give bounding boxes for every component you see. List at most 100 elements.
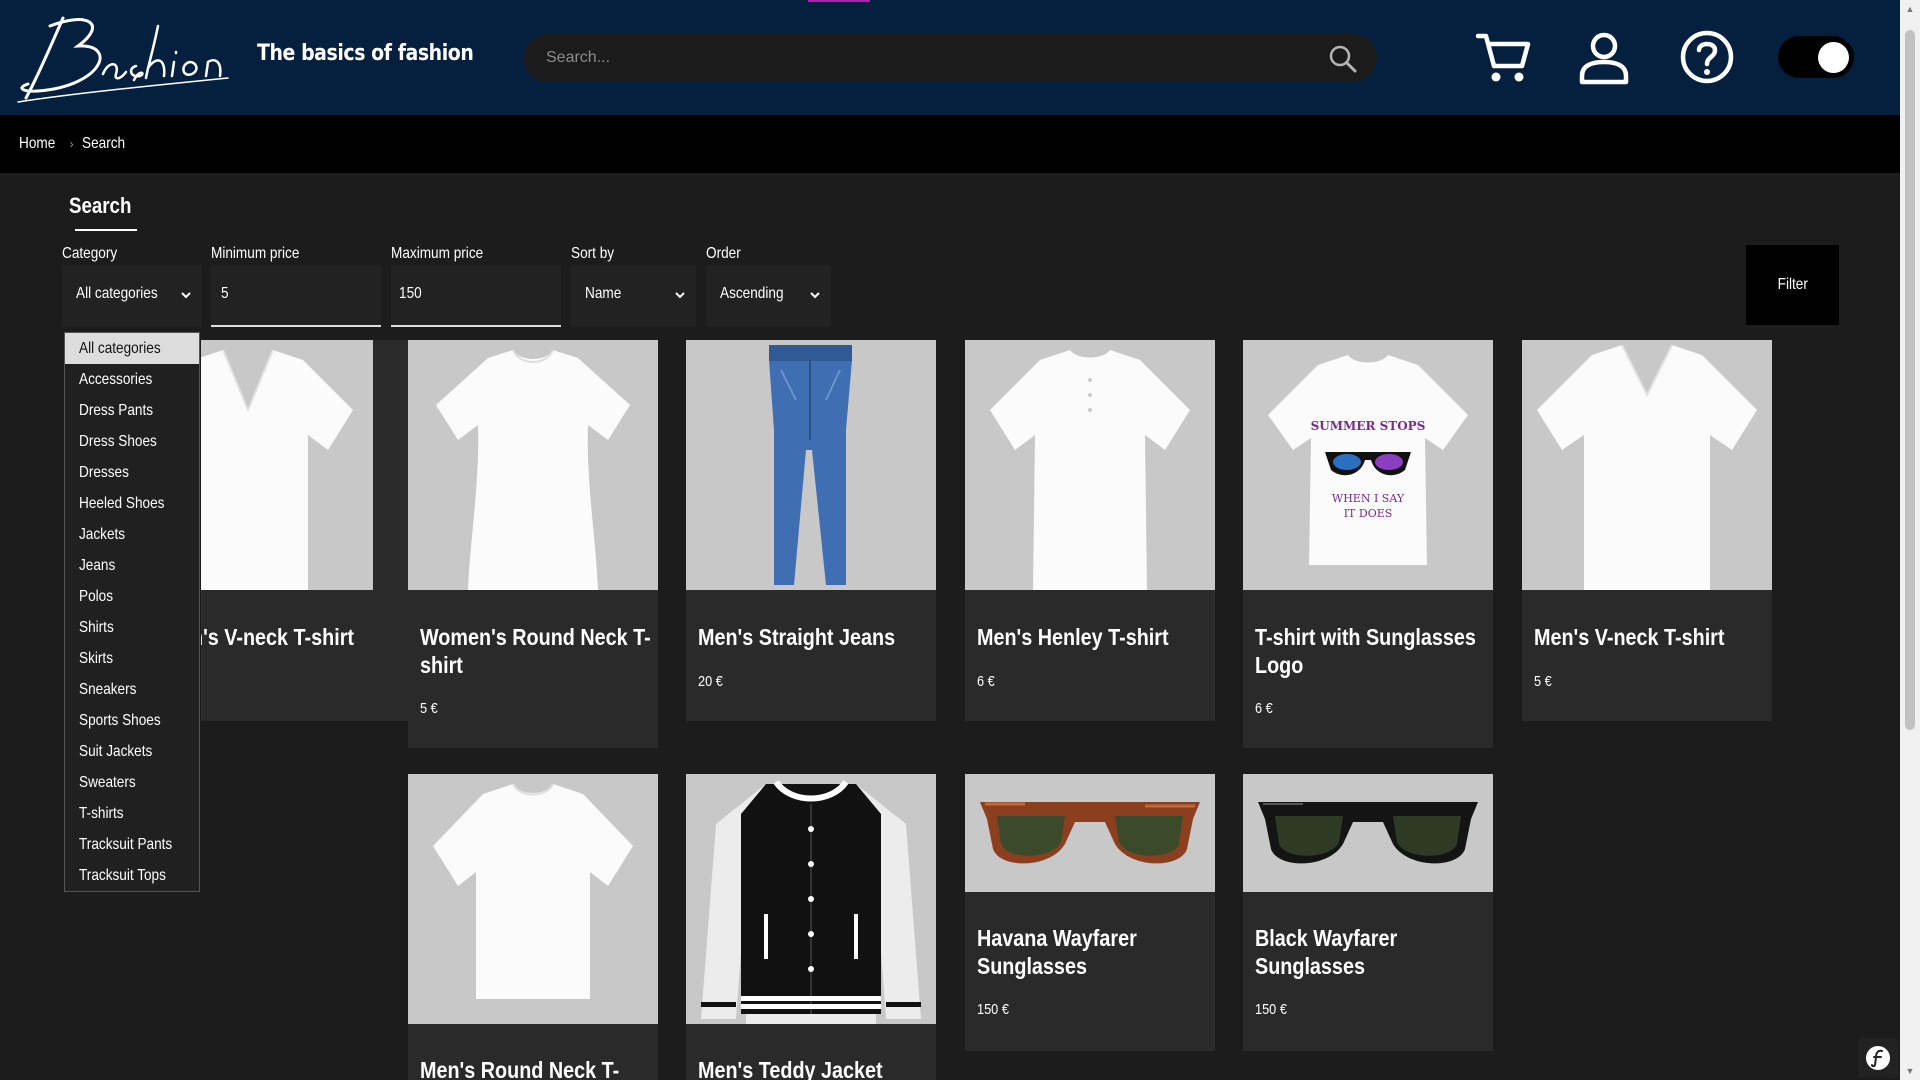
header-accent-line	[808, 0, 870, 2]
product-card[interactable]: Men's Round Neck T-shirt	[408, 774, 658, 1080]
product-name[interactable]: Men's Teddy Jacket	[698, 1056, 930, 1080]
product-card[interactable]: Men's Henley T-shirt 6 €	[965, 340, 1215, 721]
product-price: 6 €	[1255, 700, 1273, 717]
product-name[interactable]: n's V-neck T-shirt	[201, 623, 423, 651]
category-option[interactable]: Accessories	[65, 364, 199, 395]
category-option[interactable]: Dress Shoes	[65, 426, 199, 457]
product-price: 20 €	[698, 673, 723, 690]
product-name[interactable]: Havana Wayfarer Sunglasses	[977, 924, 1209, 980]
category-option-label: Sneakers	[79, 680, 137, 698]
product-price: 150 €	[1255, 1001, 1287, 1018]
category-option[interactable]: Heeled Shoes	[65, 488, 199, 519]
category-option[interactable]: All categories	[65, 333, 199, 364]
product-image	[1522, 340, 1772, 590]
chevron-right-icon: ›	[69, 137, 74, 151]
category-option[interactable]: Sports Shoes	[65, 705, 199, 736]
product-image	[686, 774, 936, 1024]
product-card[interactable]: Women's Round Neck T-shirt 5 €	[408, 340, 658, 748]
product-image	[1243, 774, 1493, 892]
page-title: Search	[69, 193, 132, 218]
theme-toggle[interactable]	[1778, 36, 1854, 78]
product-card[interactable]: Havana Wayfarer Sunglasses 150 €	[965, 774, 1215, 1051]
category-option-label: Skirts	[79, 649, 113, 667]
product-image	[965, 774, 1215, 892]
site-tagline: The basics of fashion	[257, 41, 474, 66]
product-card[interactable]: SUMMER STOPS WHEN I SAY IT DOES T-shirt …	[1243, 340, 1493, 748]
search-input[interactable]	[546, 34, 1306, 82]
product-image	[686, 340, 936, 590]
category-select[interactable]: All categories	[62, 265, 202, 327]
category-option[interactable]: T-shirts	[65, 798, 199, 829]
max-price-value: 150	[399, 285, 422, 302]
tshirt-print-line2: WHEN I SAY	[1332, 492, 1405, 505]
scroll-up-arrow[interactable]: ▲	[1905, 4, 1915, 14]
category-option[interactable]: Suit Jackets	[65, 736, 199, 767]
symfony-toolbar-icon[interactable]	[1858, 1038, 1898, 1078]
category-option[interactable]: Jackets	[65, 519, 199, 550]
category-option-label: Accessories	[79, 370, 153, 388]
product-card[interactable]: Men's Teddy Jacket	[686, 774, 936, 1080]
product-card[interactable]: Black Wayfarer Sunglasses 150 €	[1243, 774, 1493, 1051]
scroll-down-arrow[interactable]: ▼	[1905, 1066, 1915, 1076]
henley-tshirt-image	[990, 350, 1190, 590]
min-price-label: Minimum price	[211, 245, 300, 262]
category-option-label: Dresses	[79, 463, 129, 481]
cart-icon[interactable]	[1474, 28, 1532, 86]
filter-button[interactable]: Filter	[1746, 245, 1839, 325]
black-sunglasses-image	[1258, 802, 1478, 864]
breadcrumb-current: Search	[81, 135, 125, 152]
breadcrumb-home[interactable]: Home	[19, 135, 55, 153]
sort-by-value: Name	[585, 285, 622, 302]
category-option-label: Dress Pants	[79, 401, 154, 419]
order-select[interactable]: Ascending	[706, 265, 831, 327]
product-name[interactable]: Black Wayfarer Sunglasses	[1255, 924, 1487, 980]
min-price-input[interactable]: 5	[211, 265, 381, 327]
jeans-image	[769, 345, 852, 585]
category-option[interactable]: Skirts	[65, 643, 199, 674]
category-option-label: Dress Shoes	[79, 432, 157, 450]
help-icon[interactable]	[1678, 28, 1736, 86]
product-name[interactable]: Men's Straight Jeans	[698, 623, 930, 651]
tshirt-print-line1: SUMMER STOPS	[1311, 419, 1426, 433]
page-scrollbar[interactable]: ▲ ▼	[1900, 0, 1920, 1080]
sort-by-select[interactable]: Name	[571, 265, 696, 327]
category-option[interactable]: Tracksuit Tops	[65, 860, 199, 891]
category-option[interactable]: Jeans	[65, 550, 199, 581]
product-name[interactable]: Women's Round Neck T-shirt	[420, 623, 652, 679]
product-card[interactable]: Men's V-neck T-shirt 5 €	[1522, 340, 1772, 721]
category-option[interactable]: Dress Pants	[65, 395, 199, 426]
product-name[interactable]: Men's Round Neck T-shirt	[420, 1056, 652, 1080]
category-option-label: Tracksuit Tops	[79, 866, 166, 884]
category-option[interactable]: Tracksuit Pants	[65, 829, 199, 860]
brand-logo[interactable]	[8, 6, 234, 106]
product-image	[201, 340, 373, 590]
category-option[interactable]: Polos	[65, 581, 199, 612]
product-name[interactable]: T-shirt with Sunglasses Logo	[1255, 623, 1487, 679]
search-bar[interactable]	[524, 34, 1377, 82]
category-option[interactable]: Sweaters	[65, 767, 199, 798]
category-option[interactable]: Dresses	[65, 457, 199, 488]
category-dropdown-list[interactable]: All categories Accessories Dress Pants Dres…	[64, 332, 200, 892]
scrollbar-thumb[interactable]	[1905, 30, 1915, 730]
tshirt-image	[436, 349, 630, 590]
site-header: The basics of fashion	[0, 0, 1900, 115]
breadcrumb: Home › Search	[0, 115, 1900, 173]
user-icon[interactable]	[1575, 28, 1633, 86]
category-option[interactable]: Shirts	[65, 612, 199, 643]
category-option[interactable]: Sneakers	[65, 674, 199, 705]
category-option-label: Tracksuit Pants	[79, 835, 173, 853]
product-name[interactable]: Men's V-neck T-shirt	[1534, 623, 1766, 651]
title-underline	[75, 229, 137, 231]
product-price: 5 €	[1534, 673, 1552, 690]
max-price-input[interactable]: 150	[391, 265, 561, 327]
category-option-label: Sweaters	[79, 773, 136, 791]
product-card[interactable]: Men's Straight Jeans 20 €	[686, 340, 936, 721]
filter-button-label: Filter	[1777, 276, 1808, 293]
product-name[interactable]: Men's Henley T-shirt	[977, 623, 1209, 651]
category-select-value: All categories	[76, 285, 158, 302]
tshirt-print-line3: IT DOES	[1344, 507, 1393, 520]
category-option-label: Sports Shoes	[79, 711, 161, 729]
search-icon[interactable]	[1328, 44, 1358, 74]
tshirt-image	[201, 349, 353, 590]
product-image	[408, 340, 658, 590]
